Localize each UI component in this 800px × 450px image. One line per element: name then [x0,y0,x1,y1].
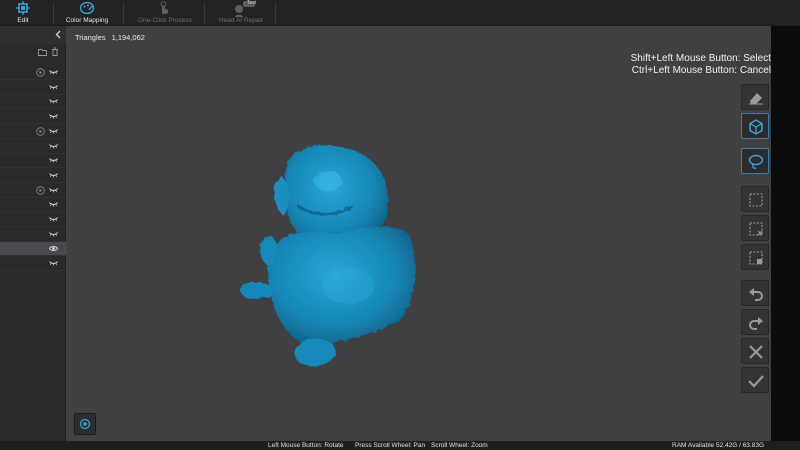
eraser-button[interactable] [741,84,769,110]
toolbar-divider [123,2,124,24]
play-icon[interactable] [36,68,45,77]
one-click-process-tab[interactable]: One-Click Process [138,0,192,26]
cancel-hint: Ctrl+Left Mouse Button: Cancel [631,65,771,76]
layer-row[interactable] [0,198,66,213]
eye-closed-icon[interactable] [49,187,58,193]
color-mapping-icon [79,1,95,15]
select-hint: Shift+Left Mouse Button: Select [630,53,771,64]
layer-row[interactable] [0,110,66,125]
triangle-count-value: 1,194,062 [111,33,145,42]
eye-closed-icon[interactable] [49,84,58,90]
status-ram: RAM Available 52.42G / 63.83G [672,442,765,449]
eye-closed-icon[interactable] [49,216,58,222]
layer-row[interactable] [0,242,66,257]
layer-row[interactable] [0,154,66,169]
toolbar-divider [204,2,205,24]
eye-icon[interactable] [49,245,58,252]
redo-icon [749,317,763,330]
layer-row[interactable] [0,81,66,95]
3d-viewport[interactable]: Triangles 1,194,062 Shift+Left Mouse Butt… [66,26,771,441]
status-rotate: Left Mouse Button: Rotate [268,442,344,449]
eye-closed-icon[interactable] [49,172,58,178]
color-mapping-label: Color Mapping [65,17,109,24]
eraser-icon [749,93,763,105]
delete-selection-button[interactable] [741,244,769,270]
triangle-count: Triangles 1,194,062 [75,33,151,42]
eye-closed-icon[interactable] [49,260,58,266]
3d-model-mesh[interactable] [238,136,418,368]
color-mapping-tab[interactable]: Color Mapping [64,0,110,26]
eye-closed-icon[interactable] [49,128,58,134]
play-icon[interactable] [36,185,45,195]
chevron-left-icon[interactable] [55,30,61,39]
model-list-sidebar [0,26,66,450]
delete-selection-icon [749,251,763,265]
layer-row[interactable] [0,95,66,110]
head-ai-repair-label: Head AI Repair [218,17,264,24]
layer-row[interactable] [0,213,66,227]
test-badge: Test [247,0,257,6]
cube-select-button[interactable] [741,113,769,139]
toolbar-divider [53,2,54,24]
cancel-button[interactable] [741,338,769,364]
confirm-button[interactable] [741,367,769,393]
right-panel-edge [771,26,800,441]
lasso-button[interactable] [741,148,769,174]
confirm-icon [748,375,764,388]
eye-closed-icon[interactable] [49,201,58,207]
status-pan: Press Scroll Wheel: Pan [355,442,426,449]
eye-closed-icon[interactable] [49,113,58,119]
trash-icon[interactable] [51,47,59,56]
rect-deselect-button[interactable] [741,215,769,241]
layer-row[interactable] [0,66,66,80]
eye-closed-icon[interactable] [49,98,58,104]
target-icon [79,418,91,430]
lasso-icon [748,154,764,169]
reset-view-button[interactable] [74,413,96,435]
redo-button[interactable] [741,309,769,335]
undo-button[interactable] [741,280,769,306]
rect-select-icon [749,193,763,207]
one-click-process-icon [160,1,168,14]
layer-row[interactable] [0,125,66,139]
undo-icon [749,288,763,301]
layer-row[interactable] [0,184,66,198]
edit-icon [16,1,30,15]
layer-row[interactable] [0,140,66,154]
cancel-icon [749,345,763,359]
rect-select-button[interactable] [741,186,769,212]
edit-label: Edit [17,17,29,24]
one-click-process-label: One-Click Process [138,17,192,24]
play-icon[interactable] [36,127,45,136]
sidebar-actions [0,45,66,59]
status-bar: Left Mouse Button: Rotate Press Scroll W… [0,441,800,450]
folder-icon[interactable] [38,48,47,56]
rect-deselect-icon [749,222,763,236]
triangle-count-label: Triangles [75,33,106,42]
edit-tab[interactable]: Edit [8,0,38,26]
layer-row[interactable] [0,169,66,183]
eye-closed-icon[interactable] [49,231,58,237]
eye-closed-icon[interactable] [49,69,58,75]
eye-closed-icon[interactable] [49,143,58,149]
sidebar-collapse-bar [0,26,66,44]
layer-row[interactable] [0,257,66,272]
layer-row[interactable] [0,228,66,242]
toolbar-divider [275,2,276,24]
head-ai-repair-tab[interactable]: Test Head AI Repair [217,0,265,26]
top-toolbar: Edit Color Mapping One-Click Process Tes… [0,0,800,26]
status-zoom: Scroll Wheel: Zoom [431,442,488,449]
cube-select-icon [749,119,763,135]
eye-closed-icon[interactable] [49,157,58,163]
